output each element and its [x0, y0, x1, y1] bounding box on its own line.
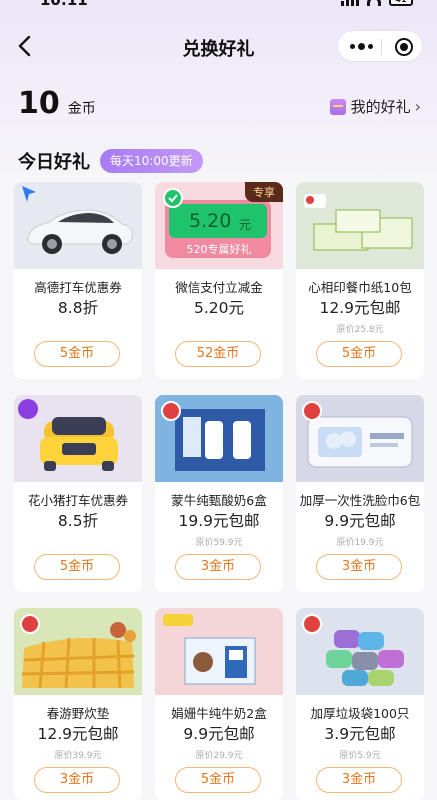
more-icon[interactable]: [350, 31, 378, 61]
milk-box-image: [155, 608, 283, 695]
redeem-button[interactable]: 3金币: [175, 554, 261, 580]
gift-name: 春游野炊垫: [46, 706, 110, 721]
gift-name: 微信支付立减金: [175, 280, 263, 295]
gift-price: 12.9元包邮: [319, 299, 401, 317]
my-gifts-link[interactable]: 我的好礼 ›: [329, 96, 421, 117]
gift-price: 12.9元包邮: [37, 725, 119, 743]
gift-price: 8.8折: [57, 299, 99, 317]
gift-name: 加厚一次性洗脸巾6包: [299, 493, 421, 508]
wifi-icon: [367, 0, 381, 6]
brand-badge: [161, 401, 181, 421]
gift-card[interactable]: 加厚一次性洗脸巾6包 9.9元包邮 原价19.9元 3金币: [296, 395, 424, 592]
gift-name: 加厚垃圾袋100只: [310, 706, 410, 721]
taxi-image: [14, 395, 142, 482]
wechat-pay-card-image: 专享 5.20 元 520专属好礼: [155, 182, 283, 269]
redeem-button[interactable]: 3金币: [316, 767, 402, 793]
gift-name: 高德打车优惠券: [34, 280, 122, 295]
original-price: 原价5.9元: [339, 751, 381, 761]
gift-card[interactable]: 高德打车优惠券 8.8折 5金币: [14, 182, 142, 379]
redeem-button[interactable]: 5金币: [34, 341, 120, 367]
redeem-button[interactable]: 3金币: [34, 767, 120, 793]
gift-name: 心相印餐巾纸10包: [308, 280, 412, 295]
gift-card[interactable]: 心相印餐巾纸10包 12.9元包邮 原价25.8元 5金币: [296, 182, 424, 379]
gift-card[interactable]: 娟姗牛纯牛奶2盒 9.9元包邮 原价29.9元 5金币: [155, 608, 283, 800]
gift-name: 娟姗牛纯牛奶2盒: [171, 706, 267, 721]
gift-card[interactable]: 专享 5.20 元 520专属好礼 微信支付立减金 5.20元 52金币: [155, 182, 283, 379]
gift-card[interactable]: 花小猪打车优惠券 8.5折 5金币: [14, 395, 142, 592]
update-time-tag: 每天10:00更新: [100, 149, 203, 173]
gift-card[interactable]: 蒙牛纯甄酸奶6盒 19.9元包邮 原价59.9元 3金币: [155, 395, 283, 592]
exclusive-tag: 专享: [245, 182, 283, 202]
gift-name: 花小猪打车优惠券: [27, 493, 128, 508]
gift-price: 19.9元包邮: [178, 512, 260, 530]
gift-name: 蒙牛纯甄酸奶6盒: [171, 493, 267, 508]
gift-price: 8.5折: [57, 512, 99, 530]
card-unit: 元: [239, 218, 252, 232]
redeem-button[interactable]: 5金币: [316, 341, 402, 367]
yogurt-box-image: [155, 395, 283, 482]
brand-badge: [20, 614, 40, 634]
redeem-button[interactable]: 5金币: [34, 554, 120, 580]
picnic-mat-image: [14, 608, 142, 695]
close-miniapp-icon[interactable]: [395, 38, 413, 56]
gift-price: 9.9元包邮: [183, 725, 255, 743]
redeem-button[interactable]: 3金币: [316, 554, 402, 580]
coin-balance: 10 金币: [18, 86, 96, 121]
gift-price: 9.9元包邮: [324, 512, 396, 530]
original-price: 原价59.9元: [195, 538, 243, 548]
status-time: 10:11: [40, 0, 88, 9]
miniapp-capsule: [337, 30, 423, 62]
status-icons: 41: [341, 0, 413, 6]
original-price: 原价25.8元: [336, 325, 384, 335]
my-gifts-label: 我的好礼: [350, 98, 411, 116]
gift-price: 5.20元: [193, 299, 244, 317]
brand-badge: [302, 614, 322, 634]
card-amount: 5.20: [189, 210, 232, 232]
original-price: 原价39.9元: [54, 751, 102, 761]
redeem-button[interactable]: 52金币: [175, 341, 261, 367]
brand-badge: [302, 401, 322, 421]
nav-bar: 兑换好礼: [0, 28, 437, 68]
status-bar: 10:11 41: [0, 0, 437, 12]
card-label: 520专属好礼: [186, 243, 252, 256]
chevron-right-icon: ›: [414, 97, 421, 116]
car-image: [14, 182, 142, 269]
original-price: 原价19.9元: [336, 538, 384, 548]
gift-icon: [329, 98, 346, 115]
tissue-pack-image: [296, 182, 424, 269]
section-title: 今日好礼: [18, 152, 90, 173]
gift-card[interactable]: 春游野炊垫 12.9元包邮 原价39.9元 3金币: [14, 608, 142, 800]
coin-unit: 金币: [67, 101, 96, 117]
gift-price: 3.9元包邮: [324, 725, 396, 743]
capsule-divider: [381, 39, 382, 55]
trash-bags-image: [296, 608, 424, 695]
section-header: 今日好礼 每天10:00更新: [18, 148, 203, 174]
redeem-button[interactable]: 5金币: [175, 767, 261, 793]
signal-icon: [341, 0, 359, 6]
gift-card[interactable]: 加厚垃圾袋100只 3.9元包邮 原价5.9元 3金币: [296, 608, 424, 800]
coin-count: 10: [18, 86, 60, 121]
face-towel-pack-image: [296, 395, 424, 482]
battery-icon: 41: [389, 0, 413, 6]
original-price: 原价29.9元: [195, 751, 243, 761]
